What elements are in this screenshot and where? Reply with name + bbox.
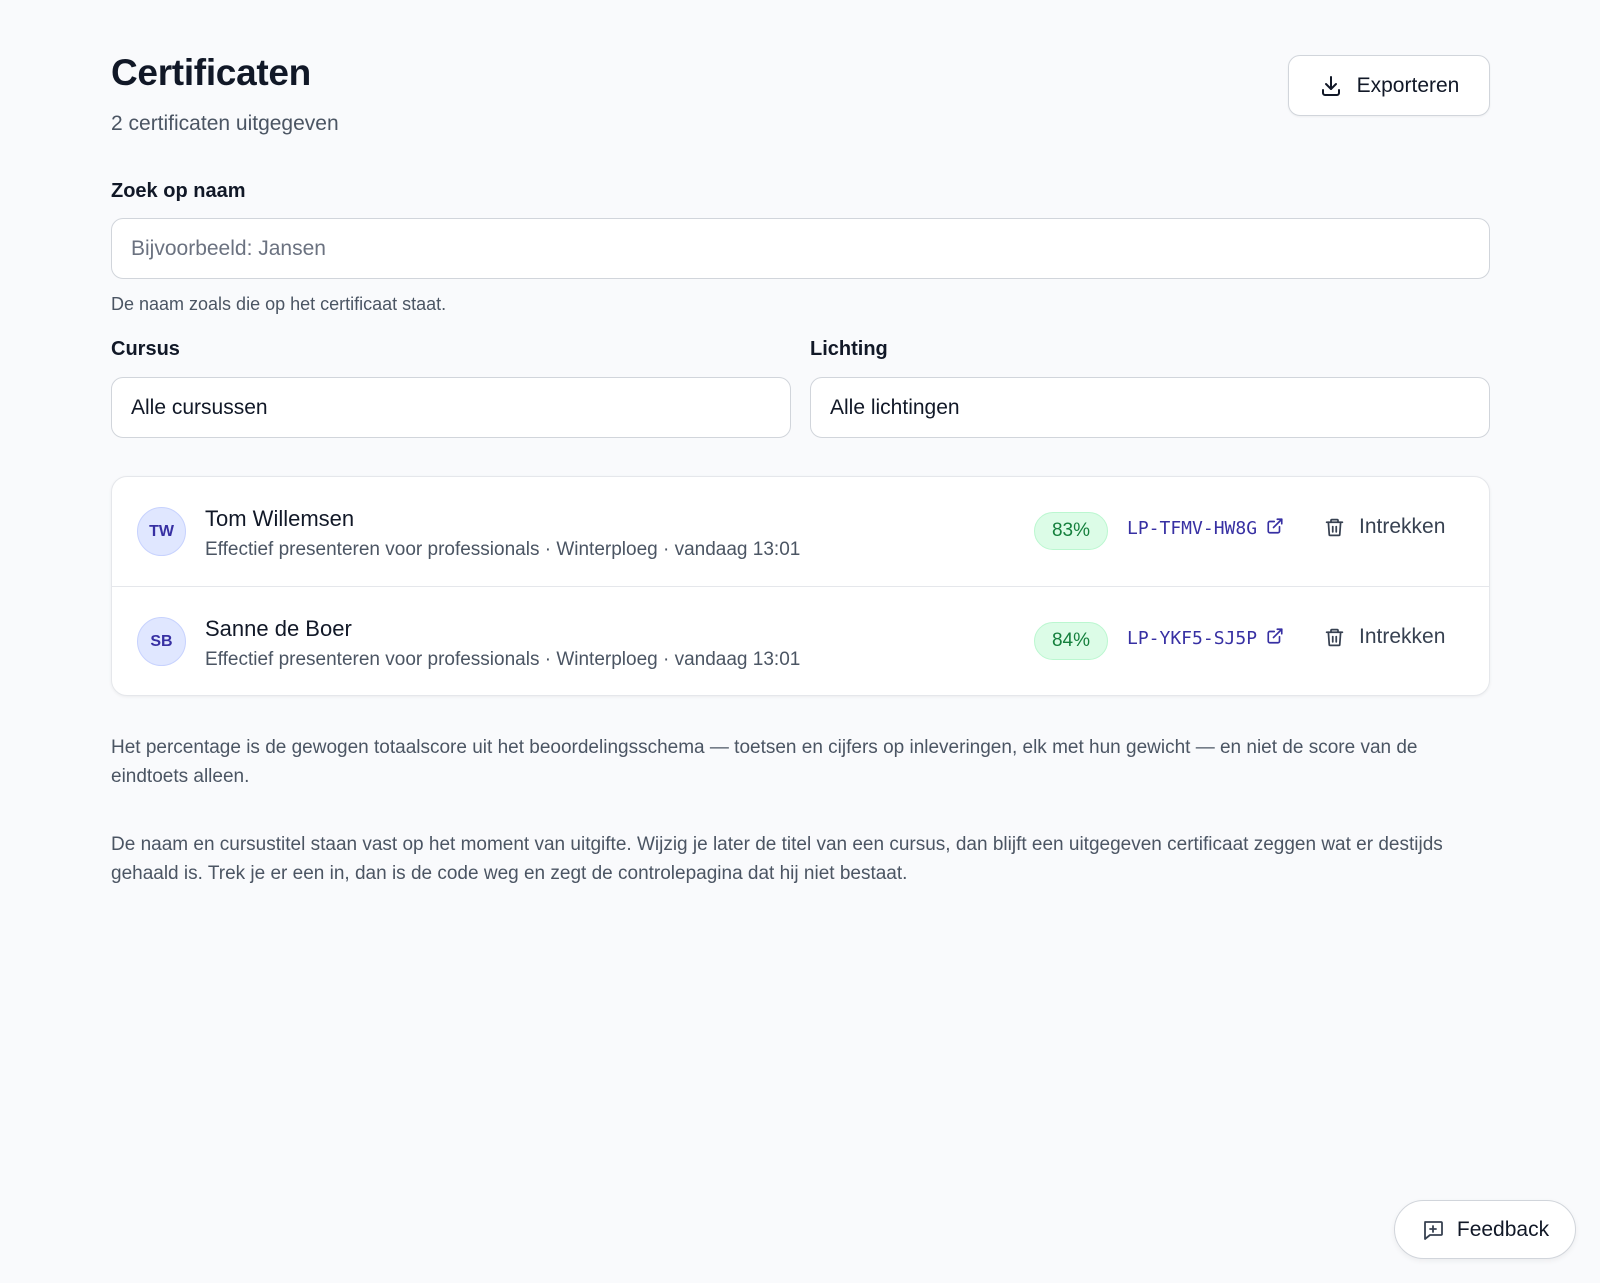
download-icon xyxy=(1319,74,1343,98)
cohort-select-value: Alle lichtingen xyxy=(830,395,960,419)
avatar: SB xyxy=(137,617,186,666)
feedback-button[interactable]: Feedback xyxy=(1394,1200,1576,1259)
revoke-button-label: Intrekken xyxy=(1359,625,1446,648)
score-explanation-note: Het percentage is de gewogen totaalscore… xyxy=(111,737,1418,787)
certificate-meta: Effectief presenteren voor professionals… xyxy=(205,539,801,560)
page: Certificaten 2 certificaten uitgegeven E… xyxy=(111,0,1490,884)
export-button-label: Exporteren xyxy=(1356,73,1460,97)
certificate-row: SB Sanne de Boer Effectief presenteren v… xyxy=(112,586,1489,695)
page-subtitle: 2 certificaten uitgegeven xyxy=(111,112,339,135)
score-badge: 83% xyxy=(1034,512,1108,550)
search-input[interactable] xyxy=(111,218,1490,279)
certificate-holder-name: Tom Willemsen xyxy=(205,506,355,531)
feedback-button-label: Feedback xyxy=(1456,1217,1550,1241)
revoke-button[interactable]: Intrekken xyxy=(1324,515,1445,539)
search-label: Zoek op naam xyxy=(111,180,246,202)
external-link-icon xyxy=(1266,517,1284,540)
certificate-code: LP-TFMV-HW8G xyxy=(1127,518,1258,539)
trash-icon xyxy=(1324,627,1345,648)
external-link-icon xyxy=(1266,627,1284,650)
certificate-row: TW Tom Willemsen Effectief presenteren v… xyxy=(112,477,1489,586)
search-hint: De naam zoals die op het certificaat sta… xyxy=(111,294,447,314)
message-plus-icon xyxy=(1421,1218,1445,1242)
revoke-button-label: Intrekken xyxy=(1359,515,1446,538)
page-title: Certificaten xyxy=(111,52,311,93)
page-header: Certificaten 2 certificaten uitgegeven E… xyxy=(111,0,1490,150)
issuance-explanation-note: De naam en cursustitel staan vast op het… xyxy=(111,834,1443,884)
cohort-select[interactable]: Alle lichtingen xyxy=(810,377,1490,438)
course-select-value: Alle cursussen xyxy=(131,395,268,419)
certificate-code: LP-YKF5-SJ5P xyxy=(1127,628,1258,649)
certificate-code-link[interactable]: LP-YKF5-SJ5P xyxy=(1127,627,1284,650)
certificate-meta: Effectief presenteren voor professionals… xyxy=(205,649,801,670)
certificate-holder-name: Sanne de Boer xyxy=(205,616,352,641)
course-select[interactable]: Alle cursussen xyxy=(111,377,791,438)
avatar: TW xyxy=(137,507,186,556)
score-badge: 84% xyxy=(1034,622,1108,660)
revoke-button[interactable]: Intrekken xyxy=(1324,625,1445,649)
course-filter-label: Cursus xyxy=(111,338,180,360)
certificate-code-link[interactable]: LP-TFMV-HW8G xyxy=(1127,517,1284,540)
cohort-filter-label: Lichting xyxy=(810,338,888,360)
export-button[interactable]: Exporteren xyxy=(1288,55,1490,116)
certificate-list: TW Tom Willemsen Effectief presenteren v… xyxy=(111,476,1490,696)
trash-icon xyxy=(1324,517,1345,538)
